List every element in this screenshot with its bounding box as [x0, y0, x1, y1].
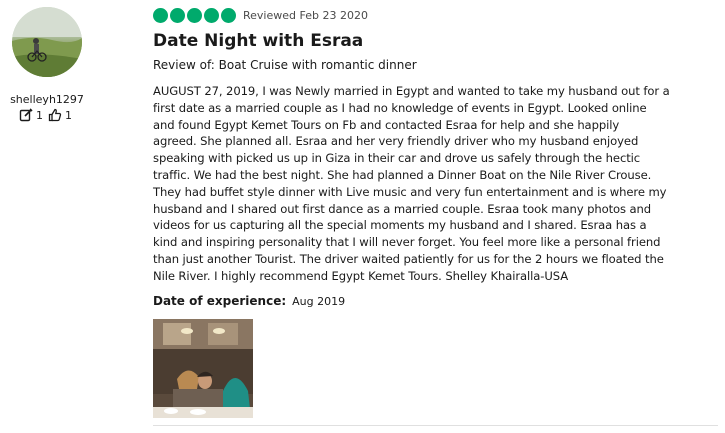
review-body-line: speaking with picked us up in Giza in th…	[153, 151, 641, 166]
review-body: AUGUST 27, 2019, I was Newly married in …	[153, 83, 718, 285]
rating-bubble-icon	[204, 8, 219, 23]
username[interactable]: shelleyh1297	[0, 93, 94, 106]
thumbs-up-icon	[48, 108, 62, 122]
review-body-line: first date as a married couple as I had …	[153, 100, 647, 115]
contribution-stats: 1 1	[19, 108, 77, 122]
review-body-line: videos for us capturing all the special …	[153, 218, 647, 233]
review-photo[interactable]	[153, 319, 253, 418]
review-body-line: AUGUST 27, 2019, I was Newly married in …	[153, 84, 670, 98]
user-avatar[interactable]	[12, 7, 82, 77]
avatar-photo	[12, 7, 82, 77]
review-of: Review of: Boat Cruise with romantic din…	[153, 58, 417, 72]
review-body-line: than just another Tourist. The driver wa…	[153, 251, 664, 266]
date-of-experience-value: Aug 2019	[292, 295, 346, 308]
review-photo-image	[153, 319, 253, 418]
rating-bubble-icon	[170, 8, 185, 23]
review-body-line: traffic. We had the best night. She had …	[153, 167, 652, 182]
review-body-line: They had buffet style dinner with Live m…	[153, 184, 667, 199]
rating-row: Reviewed Feb 23 2020	[153, 8, 368, 23]
reviews-count: 1	[36, 108, 43, 122]
rating-bubble-icon	[221, 8, 236, 23]
rating-bubble-icon	[187, 8, 202, 23]
date-of-experience-label: Date of experience:	[153, 294, 287, 308]
divider	[153, 425, 718, 426]
edit-icon	[19, 108, 33, 122]
reviewed-date: Reviewed Feb 23 2020	[243, 9, 368, 22]
review-title[interactable]: Date Night with Esraa	[153, 31, 363, 51]
review-body-line: husband and I shared out first dance as …	[153, 201, 652, 216]
rating-bubble-icon	[153, 8, 168, 23]
review-card: shelleyh1297 1 1 Reviewed Feb 23 2020 Da…	[0, 0, 725, 433]
date-of-experience: Date of experience: Aug 2019	[153, 294, 345, 308]
review-body-line: Nile River. I highly recommend Egypt Kem…	[153, 268, 569, 283]
review-body-line: kind and inspiring personality that I wi…	[153, 235, 661, 250]
helpful-votes-count: 1	[65, 108, 72, 122]
review-body-line: agreed. She planned all. Esraa and her v…	[153, 134, 639, 149]
review-body-line: and found Egypt Kemet Tours on Fb and co…	[153, 117, 620, 132]
